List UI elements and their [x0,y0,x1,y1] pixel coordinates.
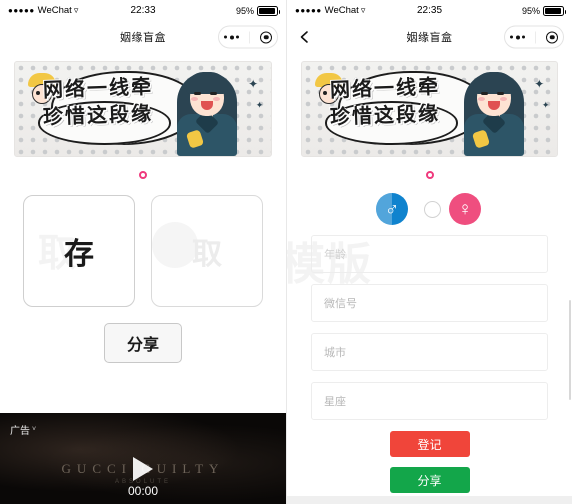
left-phone-screen: ●●●●● WeChat ▿ 22:33 95% 姻缘盲盒 网络一线牵 珍惜这段… [0,0,286,504]
city-field[interactable]: 城市 [311,333,548,371]
promo-banner[interactable]: 网络一线牵 珍惜这段缘 ✦ ✦ [14,61,272,157]
status-bar-right: ●●●●● WeChat ▿ 22:35 95% [287,0,572,21]
target-icon[interactable] [260,31,272,43]
loader-row [0,171,286,181]
more-icon[interactable] [510,35,525,39]
loader-row [287,171,572,181]
banner-line-2: 珍惜这段缘 [329,101,441,129]
share-row: 分享 [0,323,286,363]
nav-bar-right: 姻缘盲盒 [287,21,572,53]
register-button[interactable]: 登记 [389,431,470,457]
deposit-card[interactable]: 存 [23,195,135,307]
battery-percent: 95% [235,5,254,16]
chevron-down-icon[interactable]: ˅ [32,426,36,433]
banner-line-1: 网络一线牵 [329,74,441,102]
male-symbol: ♂ [384,198,400,220]
battery-icon [257,5,280,16]
loading-ring-icon [139,171,147,179]
status-bar: ●●●●● WeChat ▿ 22:33 95% [0,0,286,21]
ad-label-text: 广告 [10,426,30,437]
loading-ring-icon [425,171,434,179]
male-icon[interactable]: ♂ [376,193,408,225]
female-icon[interactable]: ♀ [449,193,481,225]
banner-line-1: 网络一线牵 [42,74,154,102]
radio-female[interactable] [424,200,441,218]
right-phone-screen: ●●●●● WeChat ▿ 22:35 95% 姻缘盲盒 网络一线牵 珍惜这段… [286,0,572,504]
play-icon[interactable] [133,457,153,481]
banner-container-right[interactable]: 网络一线牵 珍惜这段缘 ✦ ✦ [287,53,572,157]
share-button[interactable]: 分享 [103,323,182,363]
share-button[interactable]: 分享 [389,467,470,493]
choice-cards: 存 取 [0,195,286,307]
capsule-divider [249,31,250,43]
sparkle-icon-2: ✦ [541,99,550,110]
battery-icon [543,5,566,16]
banner-container[interactable]: 网络一线牵 珍惜这段缘 ✦ ✦ [0,53,286,157]
age-field[interactable]: 年龄 [311,235,548,273]
girl-illustration [171,64,245,156]
target-icon[interactable] [546,31,558,43]
gender-selector: ♂ ♀ [287,193,572,225]
battery-percent: 95% [521,5,540,16]
status-right: 95% [235,5,280,16]
mini-program-capsule[interactable] [504,25,564,49]
banner-text: 网络一线牵 珍惜这段缘 [329,74,441,129]
sparkle-icon-2: ✦ [255,99,264,110]
female-symbol: ♀ [457,198,473,220]
registration-form: 年龄 微信号 城市 星座 登记 分享 [287,235,572,493]
girl-illustration [458,64,532,156]
promo-banner[interactable]: 网络一线牵 珍惜这段缘 ✦ ✦ [301,61,558,157]
nav-bar: 姻缘盲盒 [0,21,286,53]
sparkle-icon: ✦ [248,77,259,92]
ad-label[interactable]: 广告 ˅ [10,422,36,437]
mini-program-capsule[interactable] [218,25,278,49]
status-right: 95% [521,5,566,16]
dual-screenshot: ●●●●● WeChat ▿ 22:33 95% 姻缘盲盒 网络一线牵 珍惜这段… [0,0,572,504]
wechat-id-field[interactable]: 微信号 [311,284,548,322]
ad-timestamp: 00:00 [127,484,159,498]
bottom-strip [287,496,572,504]
banner-text: 网络一线牵 珍惜这段缘 [42,74,154,129]
capsule-divider [535,31,536,43]
zodiac-field[interactable]: 星座 [311,382,548,420]
banner-line-2: 珍惜这段缘 [42,101,154,129]
sparkle-icon: ✦ [534,77,545,92]
more-icon[interactable] [224,35,239,39]
ad-video-player[interactable]: 广告 ˅ GUCCI GUILTY ABSOLUTE 00:00 [0,413,286,504]
withdraw-card[interactable]: 取 [151,195,263,307]
